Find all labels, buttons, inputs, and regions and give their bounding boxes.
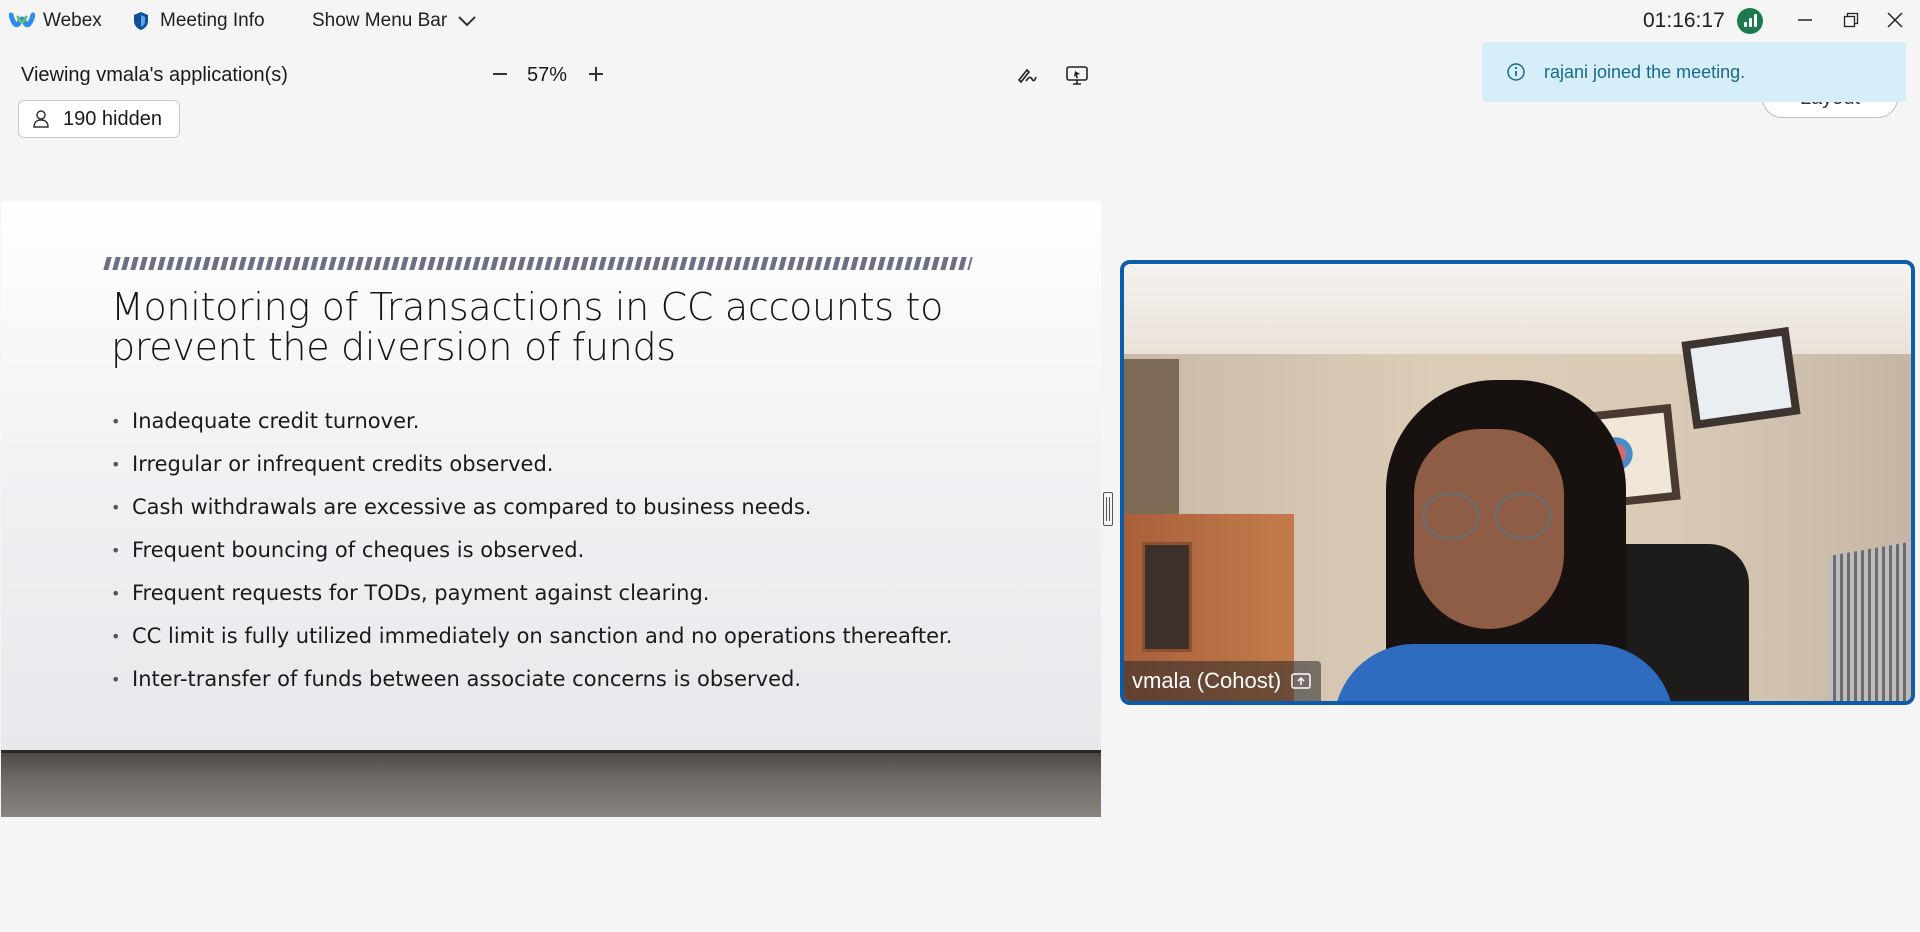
chevron-down-icon [458,16,476,27]
slide-title: Monitoring of Transactions in CC account… [111,287,1011,367]
show-menu-bar-label: Show Menu Bar [312,10,448,31]
app-title: Webex [9,10,102,32]
slide-decorative-stripe [103,257,973,270]
remote-control-icon [1066,66,1088,85]
video-heater [1829,541,1909,701]
annotate-button[interactable] [1012,60,1042,90]
request-control-button[interactable] [1062,60,1092,90]
video-window [1124,359,1179,529]
meeting-timer: 01:16:17 [1643,9,1725,32]
slide-bullet-list: Inadequate credit turnover. Irregular or… [111,400,952,701]
meeting-info-label: Meeting Info [160,10,265,31]
show-menu-bar-button[interactable]: Show Menu Bar [312,10,477,32]
slide-bullet: Inadequate credit turnover. [111,400,952,443]
shield-icon [134,12,148,30]
video-cabinet-door [1142,542,1192,652]
panel-resize-handle[interactable] [1103,492,1113,526]
annotate-pen-icon [1017,68,1037,84]
video-glasses [1494,492,1552,540]
participant-video-tile[interactable]: vmala (Cohost) [1120,260,1915,705]
zoom-out-button[interactable] [488,62,512,86]
app-name: Webex [43,10,102,31]
zoom-level: 57% [527,64,568,86]
video-person-body [1334,644,1674,701]
minimize-icon [1798,19,1812,21]
meeting-info-button[interactable]: Meeting Info [132,10,265,32]
plus-icon [589,67,603,81]
slide-bullet: Inter-transfer of funds between associat… [111,658,952,701]
slide-title-line-1: Monitoring of Transactions in CC account… [111,285,944,329]
info-icon [1507,63,1525,81]
video-picture-frame [1681,326,1801,430]
video-glasses [1422,492,1480,540]
slide-bullet: Frequent requests for TODs, payment agai… [111,572,952,615]
slide-bullet: Cash withdrawals are excessive as compar… [111,486,952,529]
notification-message: rajani joined the meeting. [1544,61,1746,82]
restore-icon [1843,12,1859,28]
minus-icon [493,73,507,75]
slide-bullet: Irregular or infrequent credits observed… [111,443,952,486]
hidden-participants-button[interactable]: 190 hidden [18,100,180,138]
sharing-icon [1291,673,1311,689]
viewing-label: Viewing vmala's application(s) [21,64,288,86]
title-bar: Webex Meeting Info Show Menu Bar 01:16:1… [0,0,1920,44]
slide-title-line-2: prevent the diversion of funds [111,325,676,369]
slide-edge [1,200,1101,202]
person-icon [33,110,49,128]
slide-floor-image [1,750,1101,817]
restore-button[interactable] [1836,6,1866,34]
minimize-button[interactable] [1790,6,1820,34]
join-notification: rajani joined the meeting. [1482,42,1906,102]
network-health-icon[interactable] [1737,8,1763,34]
participant-name-label: vmala (Cohost) [1124,661,1322,701]
hidden-participants-label: 190 hidden [63,107,162,130]
webex-logo-icon [9,12,35,28]
shared-screen[interactable]: Monitoring of Transactions in CC account… [1,200,1101,817]
slide-bullet: Frequent bouncing of cheques is observed… [111,529,952,572]
slide-bullet: CC limit is fully utilized immediately o… [111,615,952,658]
close-icon [1887,12,1903,28]
participant-name: vmala (Cohost) [1132,668,1282,693]
close-button[interactable] [1880,6,1910,34]
zoom-in-button[interactable] [584,62,608,86]
